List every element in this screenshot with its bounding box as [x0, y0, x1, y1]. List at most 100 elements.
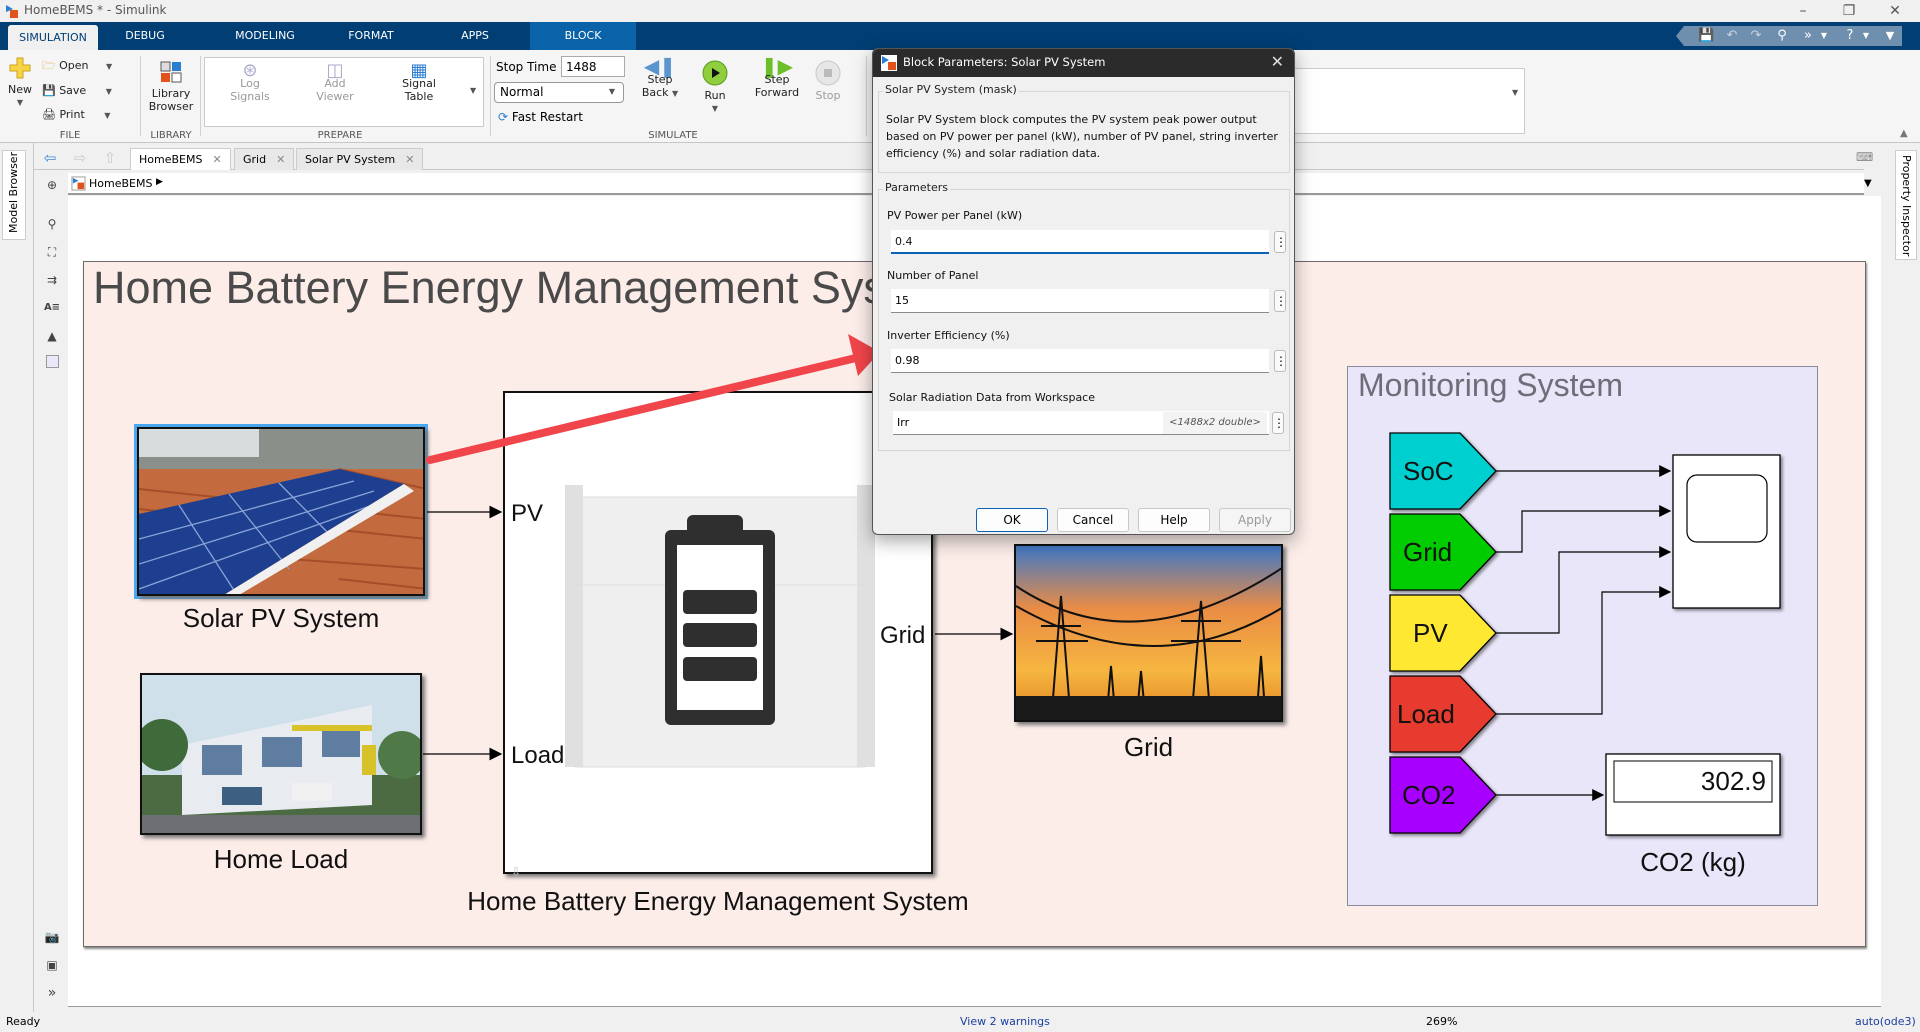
camera-icon[interactable]: 📷 [42, 928, 62, 946]
dialog-close-icon[interactable]: ✕ [1271, 52, 1284, 71]
add-viewer-button[interactable]: ◫ Add Viewer [310, 62, 360, 104]
image-icon[interactable]: ▲ [42, 327, 62, 345]
save-button[interactable]: 💾 Save ▼ [42, 84, 112, 98]
tag-soc[interactable]: SoC [1403, 456, 1454, 487]
step-forward-button[interactable]: ❚▶ Step Forward [752, 54, 802, 99]
tag-pv[interactable]: PV [1413, 618, 1448, 649]
log-signals-button[interactable]: ⊛ Log Signals [225, 62, 275, 104]
log-label-1: Log [240, 77, 260, 90]
simulation-mode-select[interactable]: Normal ▼ [494, 82, 624, 103]
tag-load[interactable]: Load [1397, 699, 1455, 730]
annotation-icon[interactable]: A≡ [42, 299, 62, 317]
close-window-button[interactable]: ✕ [1872, 0, 1918, 22]
help-dropdown-icon[interactable]: ▼ [1858, 28, 1874, 44]
ok-button[interactable]: OK [976, 508, 1048, 532]
status-ready: Ready [6, 1015, 41, 1028]
tag-grid[interactable]: Grid [1403, 537, 1452, 568]
breadcrumb-expand-icon[interactable]: ▶ [156, 177, 163, 187]
inverter-efficiency-input[interactable] [891, 349, 1269, 373]
redo-icon[interactable]: ↷ [1748, 28, 1764, 44]
co2-display-value: 302.9 [1700, 766, 1766, 796]
more-tools-icon[interactable]: » [42, 984, 62, 1002]
dialog-title-bar[interactable]: Block Parameters: Solar PV System ✕ [873, 49, 1294, 77]
area-icon[interactable] [42, 355, 62, 373]
viewer-label-2: Viewer [316, 90, 354, 103]
home-load-block[interactable] [140, 673, 422, 835]
cancel-button[interactable]: Cancel [1057, 508, 1129, 532]
grid-block[interactable] [1014, 544, 1283, 722]
close-tab-icon[interactable]: ✕ [405, 153, 414, 166]
collapse-ribbon-icon[interactable]: ▼ [1882, 28, 1898, 44]
co2-display-label: CO2 (kg) [1640, 847, 1746, 877]
tab-simulation[interactable]: SIMULATION [8, 25, 98, 50]
stop-icon [815, 60, 841, 86]
shortcut-icon[interactable]: » [1800, 28, 1816, 44]
tab-format[interactable]: FORMAT [335, 22, 407, 50]
param-options-icon[interactable]: ⋮ [1272, 412, 1285, 434]
model-browser-tab[interactable]: Model Browser [2, 150, 26, 240]
view-warnings-link[interactable]: View 2 warnings [960, 1015, 1050, 1028]
close-tab-icon[interactable]: ✕ [276, 153, 285, 166]
param-options-icon[interactable]: ⋮ [1274, 350, 1287, 372]
stop-time-label: Stop Time [496, 60, 557, 74]
collapse-ribbon-arrow-icon[interactable]: ▲ [1900, 128, 1908, 139]
library-browser-button[interactable]: Library Browser [146, 60, 196, 113]
print-button[interactable]: 🖨 Print ▼ [42, 108, 110, 122]
help-button[interactable]: Help [1138, 508, 1210, 532]
tab-apps[interactable]: APPS [440, 22, 510, 50]
minimize-button[interactable]: – [1780, 0, 1826, 22]
hbems-block[interactable]: ⇩ [503, 391, 933, 879]
solar-pv-system-block[interactable] [137, 427, 425, 596]
workspace-variable-hint: <1488x2 double> [1163, 412, 1267, 434]
gallery-expand-icon[interactable]: ▼ [1512, 88, 1518, 97]
fit-to-view-icon[interactable]: ⛶ [42, 243, 62, 261]
property-inspector-tab[interactable]: Property Inspector [1895, 150, 1917, 260]
model-tab-grid[interactable]: Grid ✕ [234, 148, 295, 170]
forward-arrow-icon[interactable]: ⇨ [70, 149, 90, 167]
fast-restart-button[interactable]: ⟳ Fast Restart [498, 110, 583, 124]
keyboard-icon[interactable]: ⌨ [1856, 150, 1873, 164]
hide-explorer-icon[interactable]: ⊕ [42, 176, 62, 194]
save-icon[interactable]: 💾 [1698, 28, 1714, 44]
window-title: HomeBEMS * - Simulink [24, 3, 167, 17]
param-options-icon[interactable]: ⋮ [1274, 231, 1287, 253]
run-dropdown-icon: ▼ [711, 104, 719, 113]
zoom-icon[interactable]: ⚲ [42, 215, 62, 233]
shortcut-dropdown-icon[interactable]: ▼ [1816, 28, 1832, 44]
property-panel-icon[interactable]: ▣ [42, 956, 62, 974]
prepare-gallery-expand-icon[interactable]: ▼ [470, 86, 476, 95]
tab-block[interactable]: BLOCK [530, 22, 636, 50]
new-button[interactable]: New ▼ [6, 56, 34, 109]
solver-link[interactable]: auto(ode3) [1855, 1015, 1916, 1028]
stop-time-input[interactable] [561, 56, 625, 77]
step-forward-icon: ❚▶ [760, 54, 794, 78]
help-icon[interactable]: ? [1842, 28, 1858, 44]
tab-debug[interactable]: DEBUG [110, 22, 180, 50]
back-arrow-icon[interactable]: ⇦ [40, 149, 60, 167]
solar-panel-roof-image [139, 429, 423, 594]
run-button[interactable]: Run ▼ [695, 60, 735, 115]
stop-button[interactable]: Stop [810, 60, 846, 102]
breadcrumb-dropdown-icon[interactable]: ▼ [1864, 178, 1872, 189]
undo-icon[interactable]: ↶ [1724, 28, 1740, 44]
mask-group-title: Solar PV System (mask) [883, 83, 1019, 96]
battery-icon [565, 485, 875, 768]
up-arrow-icon[interactable]: ⇧ [100, 149, 120, 167]
route-lines-icon[interactable]: ⇉ [42, 271, 62, 289]
param-options-icon[interactable]: ⋮ [1274, 290, 1287, 312]
maximize-button[interactable]: ❐ [1826, 0, 1872, 22]
scope-block-hit[interactable] [1673, 455, 1780, 608]
apply-button[interactable]: Apply [1219, 508, 1291, 532]
model-tab-homebems[interactable]: HomeBEMS ✕ [130, 148, 231, 170]
tab-modeling[interactable]: MODELING [220, 22, 310, 50]
open-button[interactable]: 🗁 Open ▼ [42, 59, 112, 73]
search-icon[interactable]: ⚲ [1774, 28, 1790, 44]
step-back-button[interactable]: ◀❚ Step Back ▼ [640, 56, 680, 100]
model-tab-solar-pv-system[interactable]: Solar PV System ✕ [296, 148, 424, 170]
tag-co2[interactable]: CO2 [1402, 780, 1455, 811]
close-tab-icon[interactable]: ✕ [212, 153, 221, 166]
pv-power-input[interactable] [891, 230, 1269, 254]
signal-table-button[interactable]: ▦ Signal Table [394, 62, 444, 104]
breadcrumb-root[interactable]: HomeBEMS [89, 177, 152, 190]
number-of-panel-input[interactable] [891, 289, 1269, 313]
